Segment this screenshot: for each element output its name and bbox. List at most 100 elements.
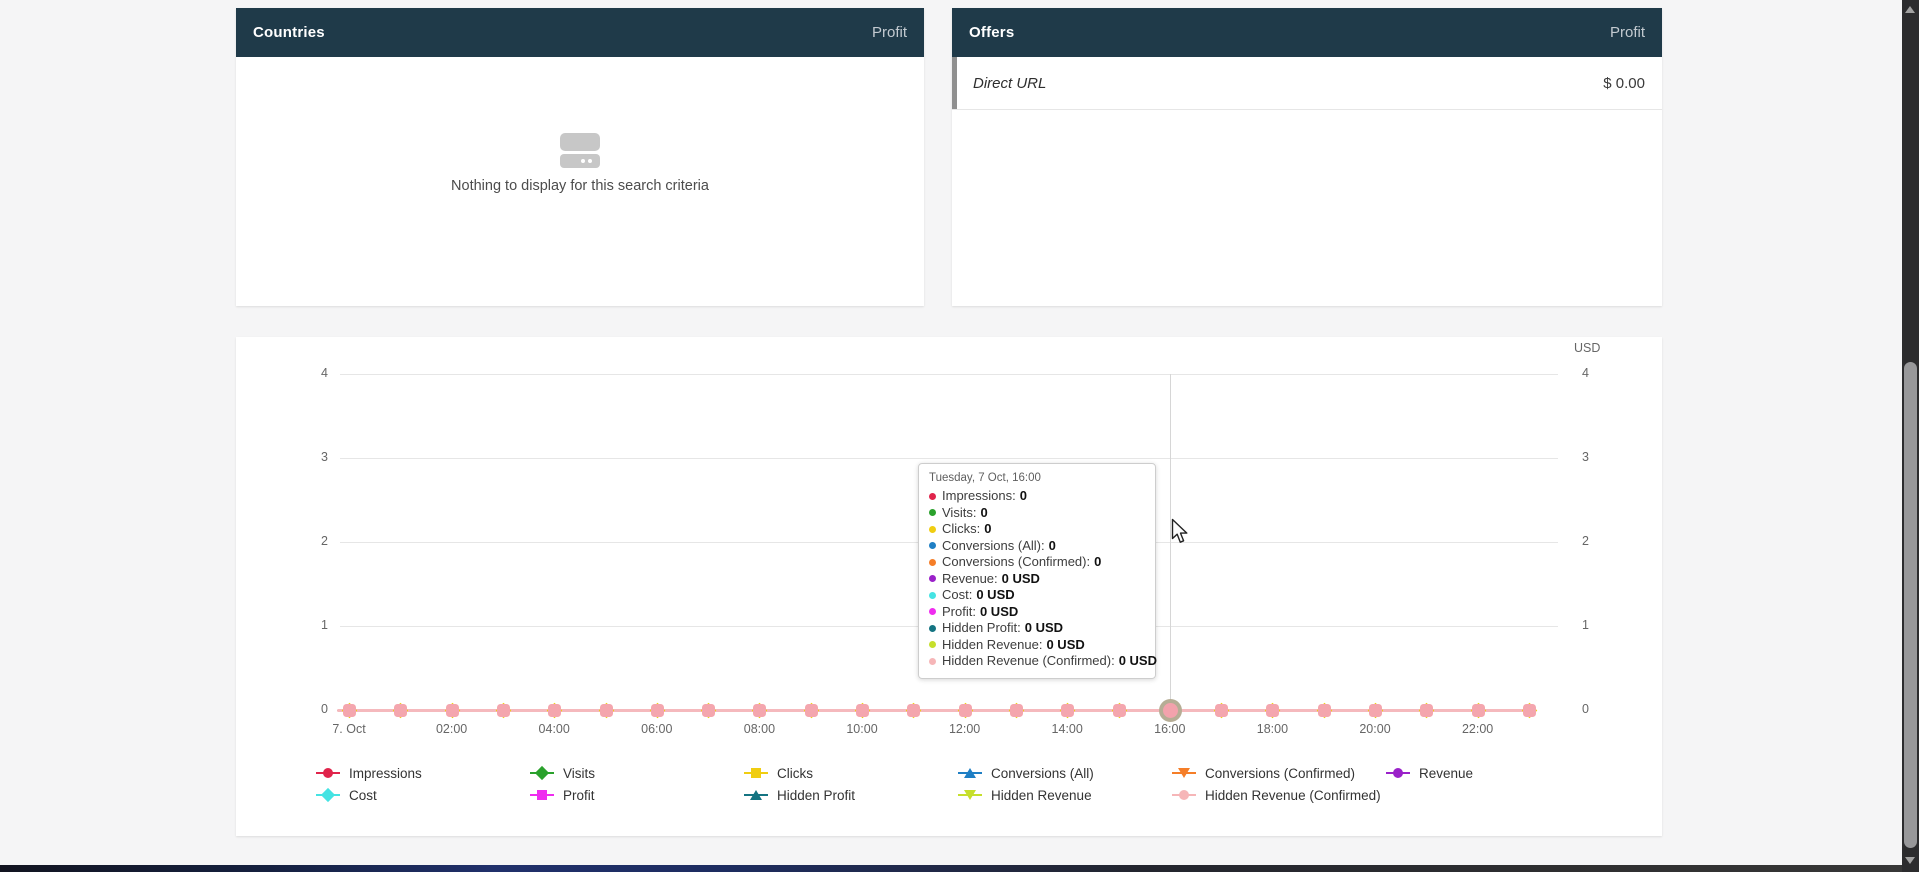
tooltip-metric-row: Profit:0 USD bbox=[929, 604, 1145, 621]
countries-panel: Countries Profit Nothing to display for … bbox=[236, 8, 924, 306]
tooltip-metric-row: Hidden Profit:0 USD bbox=[929, 620, 1145, 637]
tooltip-metric-row: Conversions (All):0 bbox=[929, 538, 1145, 555]
data-point-marker bbox=[805, 704, 818, 717]
legend-item-conversions-confirmed[interactable]: Conversions (Confirmed) bbox=[1172, 764, 1355, 782]
y-axis-label-right: 0 bbox=[1582, 702, 1589, 716]
scroll-down-arrow-icon[interactable] bbox=[1905, 857, 1915, 864]
triangle-up-marker-icon bbox=[750, 790, 762, 800]
flat-zero-series-line bbox=[337, 709, 1533, 712]
diamond-marker-icon bbox=[321, 788, 335, 802]
y-axis-label-left: 3 bbox=[288, 450, 328, 464]
tooltip-metric-row: Cost:0 USD bbox=[929, 587, 1145, 604]
y-axis-label-left: 2 bbox=[288, 534, 328, 548]
data-point-marker bbox=[446, 704, 459, 717]
legend-item-clicks[interactable]: Clicks bbox=[744, 764, 813, 782]
data-point-marker bbox=[1523, 704, 1536, 717]
x-axis-label: 20:00 bbox=[1340, 722, 1410, 736]
mouse-cursor-icon bbox=[1171, 518, 1190, 551]
y-axis-label-right: 4 bbox=[1582, 366, 1589, 380]
tooltip-series-dot bbox=[929, 575, 936, 582]
tooltip-series-dot bbox=[929, 625, 936, 632]
y-axis-label-left: 1 bbox=[288, 618, 328, 632]
data-point-marker bbox=[600, 704, 613, 717]
data-point-marker bbox=[1215, 704, 1228, 717]
data-point-marker bbox=[1010, 704, 1023, 717]
tooltip-title: Tuesday, 7 Oct, 16:00 bbox=[929, 472, 1145, 484]
x-axis-label: 12:00 bbox=[930, 722, 1000, 736]
data-point-marker bbox=[959, 704, 972, 717]
x-axis-label: 14:00 bbox=[1032, 722, 1102, 736]
countries-metric-label: Profit bbox=[872, 24, 907, 41]
chart-panel: USD Tuesday, 7 Oct, 16:00 Impressions:0V… bbox=[236, 337, 1662, 836]
legend-item-hidden-revenue[interactable]: Hidden Revenue bbox=[958, 786, 1092, 804]
data-point-marker bbox=[856, 704, 869, 717]
triangle-up-marker-icon bbox=[964, 768, 976, 778]
tooltip-metric-row: Impressions:0 bbox=[929, 488, 1145, 505]
circle-marker-icon bbox=[323, 768, 333, 778]
offers-metric-label: Profit bbox=[1610, 24, 1645, 41]
hovered-data-point[interactable] bbox=[1159, 699, 1182, 722]
data-point-marker bbox=[394, 704, 407, 717]
x-axis-label: 08:00 bbox=[724, 722, 794, 736]
legend-item-cost[interactable]: Cost bbox=[316, 786, 377, 804]
data-point-marker bbox=[1113, 704, 1126, 717]
right-axis-title: USD bbox=[1574, 341, 1600, 355]
data-point-marker bbox=[1318, 704, 1331, 717]
tooltip-series-dot bbox=[929, 608, 936, 615]
y-gridline bbox=[340, 458, 1558, 459]
countries-panel-title: Countries bbox=[253, 24, 325, 41]
countries-panel-header: Countries Profit bbox=[236, 8, 924, 57]
tooltip-series-dot bbox=[929, 658, 936, 665]
empty-data-icon bbox=[560, 133, 600, 168]
offers-panel-title: Offers bbox=[969, 24, 1014, 41]
offer-name[interactable]: Direct URL bbox=[973, 75, 1046, 92]
tooltip-metric-row: Conversions (Confirmed):0 bbox=[929, 554, 1145, 571]
data-point-marker bbox=[548, 704, 561, 717]
legend-item-profit[interactable]: Profit bbox=[530, 786, 595, 804]
data-point-marker bbox=[1266, 704, 1279, 717]
square-marker-icon bbox=[537, 790, 547, 800]
tooltip-metric-row: Hidden Revenue (Confirmed):0 USD bbox=[929, 653, 1145, 670]
tooltip-metric-row: Revenue:0 USD bbox=[929, 571, 1145, 588]
vertical-scrollbar[interactable] bbox=[1902, 0, 1919, 872]
tooltip-series-dot bbox=[929, 542, 936, 549]
data-point-marker bbox=[907, 704, 920, 717]
offer-row-direct-url[interactable]: Direct URL $ 0.00 bbox=[952, 57, 1662, 110]
data-point-marker bbox=[1472, 704, 1485, 717]
page: Countries Profit Nothing to display for … bbox=[0, 0, 1919, 872]
offers-panel: Offers Profit Direct URL $ 0.00 bbox=[952, 8, 1662, 306]
legend-item-visits[interactable]: Visits bbox=[530, 764, 595, 782]
y-gridline bbox=[340, 374, 1558, 375]
square-marker-icon bbox=[751, 768, 761, 778]
data-point-marker bbox=[1420, 704, 1433, 717]
y-axis-label-right: 2 bbox=[1582, 534, 1589, 548]
y-axis-label-left: 4 bbox=[288, 366, 328, 380]
legend-item-conversions-all[interactable]: Conversions (All) bbox=[958, 764, 1094, 782]
offers-panel-header: Offers Profit bbox=[952, 8, 1662, 57]
offer-profit-value: $ 0.00 bbox=[1603, 75, 1645, 92]
tooltip-series-dot bbox=[929, 641, 936, 648]
chart-tooltip: Tuesday, 7 Oct, 16:00 Impressions:0Visit… bbox=[918, 463, 1156, 679]
tooltip-series-dot bbox=[929, 559, 936, 566]
tooltip-series-dot bbox=[929, 526, 936, 533]
scroll-up-arrow-icon[interactable] bbox=[1905, 6, 1915, 13]
data-point-marker bbox=[497, 704, 510, 717]
scrollbar-thumb[interactable] bbox=[1904, 362, 1917, 848]
countries-empty-state: Nothing to display for this search crite… bbox=[236, 133, 924, 194]
legend-item-revenue[interactable]: Revenue bbox=[1386, 764, 1473, 782]
x-axis-label: 04:00 bbox=[519, 722, 589, 736]
circle-marker-icon bbox=[1393, 768, 1403, 778]
tooltip-metric-row: Visits:0 bbox=[929, 505, 1145, 522]
triangle-down-marker-icon bbox=[1178, 768, 1190, 778]
x-axis-label: 18:00 bbox=[1237, 722, 1307, 736]
y-axis-label-left: 0 bbox=[288, 702, 328, 716]
legend-item-impressions[interactable]: Impressions bbox=[316, 764, 422, 782]
legend-item-hidden-revenue-confirmed[interactable]: Hidden Revenue (Confirmed) bbox=[1172, 786, 1381, 804]
x-axis-label: 7. Oct bbox=[314, 722, 384, 736]
circle-marker-icon bbox=[1179, 790, 1189, 800]
x-axis-label: 16:00 bbox=[1135, 722, 1205, 736]
y-axis-label-right: 1 bbox=[1582, 618, 1589, 632]
legend-item-hidden-profit[interactable]: Hidden Profit bbox=[744, 786, 855, 804]
empty-state-text: Nothing to display for this search crite… bbox=[236, 178, 924, 194]
tooltip-series-dot bbox=[929, 493, 936, 500]
